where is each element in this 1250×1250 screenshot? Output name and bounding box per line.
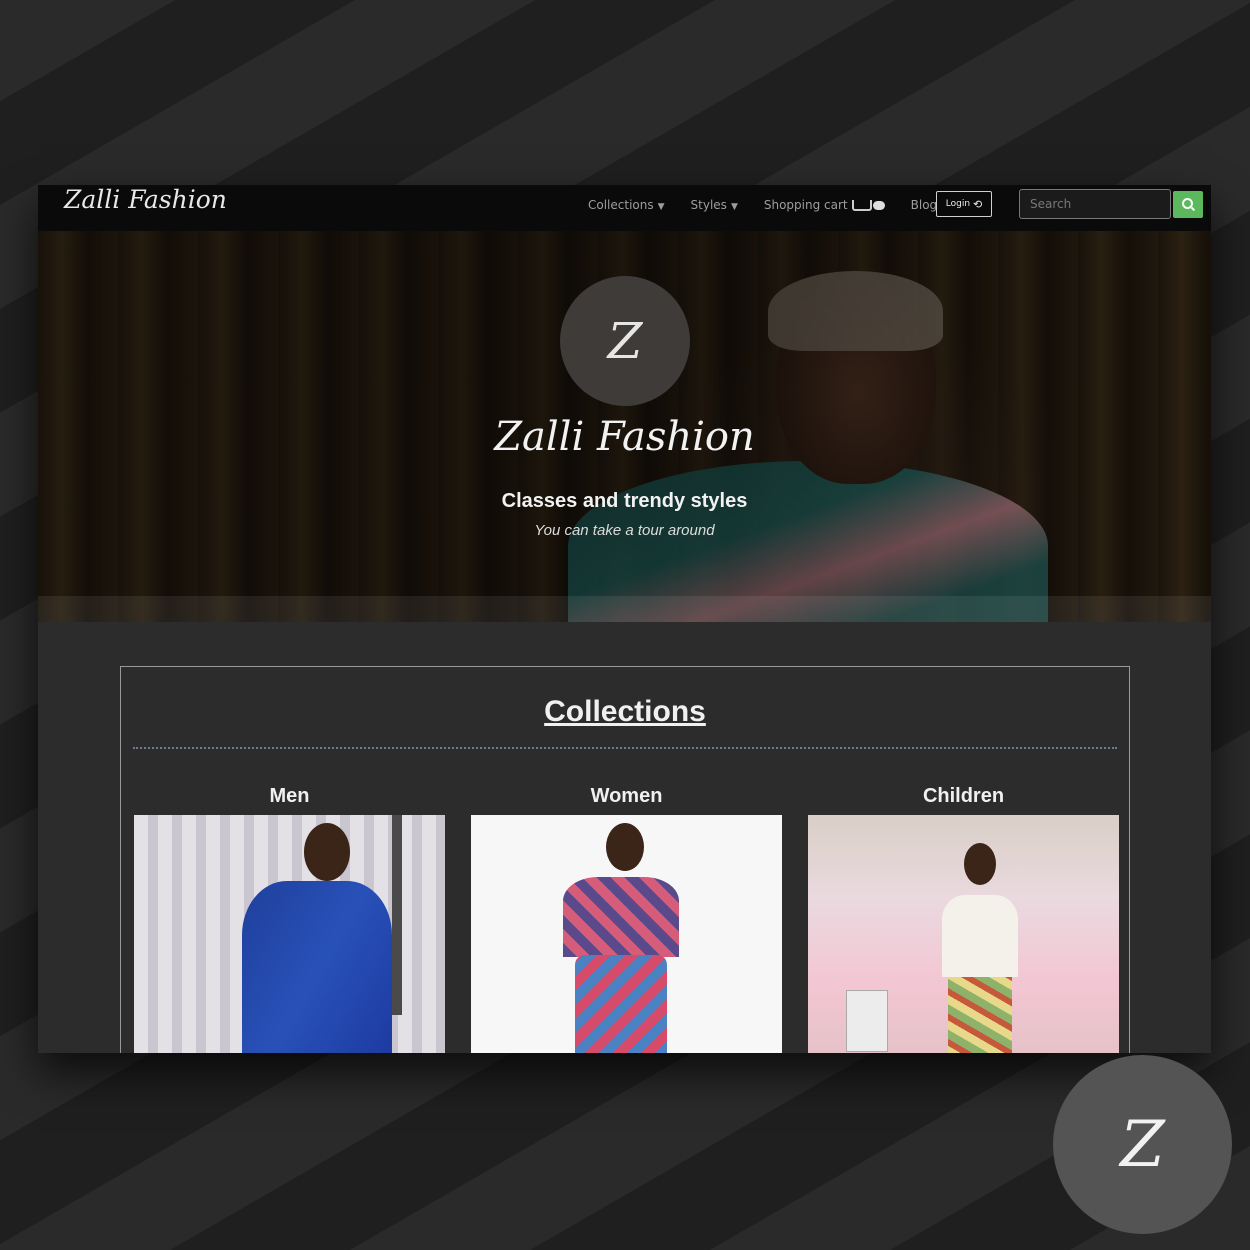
login-label: Login <box>945 199 971 209</box>
collection-women[interactable]: Women <box>471 785 782 1053</box>
collection-image-children[interactable] <box>808 815 1119 1053</box>
search-icon <box>1181 198 1193 209</box>
collection-image-women[interactable] <box>471 815 782 1053</box>
corner-logo-badge: Z <box>1053 1055 1232 1234</box>
hero-logo-circle: Z <box>560 276 690 406</box>
collection-label-men[interactable]: Men <box>134 785 445 815</box>
login-icon: ⟲ <box>973 197 983 211</box>
model-head <box>606 823 644 871</box>
model-shirt <box>242 881 392 1053</box>
search-input[interactable] <box>1019 189 1171 219</box>
model-head <box>964 843 996 885</box>
collections-title[interactable]: Collections <box>121 695 1129 729</box>
hero-tagline: You can take a tour around <box>534 522 715 539</box>
badge-letter: Z <box>1120 1107 1165 1182</box>
collections-panel: Collections Men Women Children <box>120 666 1130 1053</box>
browser-screen: Zalli Fashion Collections ▼ Styles ▼ Shopp… <box>38 185 1211 1053</box>
cart-icon <box>851 200 872 211</box>
collection-label-children[interactable]: Children <box>808 785 1119 815</box>
model-skirt <box>575 955 667 1053</box>
nav-item-shopping-cart[interactable]: Shopping cart <box>764 198 885 212</box>
nav-item-label: Shopping cart <box>763 198 848 212</box>
collection-image-men[interactable] <box>134 815 445 1053</box>
model-blouse <box>942 895 1018 977</box>
model-top <box>563 877 679 957</box>
nav-item-label: Collections <box>588 198 654 212</box>
collection-children[interactable]: Children <box>808 785 1119 1053</box>
hero-subtitle: Classes and trendy styles <box>501 490 748 512</box>
air-conditioner <box>846 990 888 1052</box>
nav-item-blog[interactable]: Blog <box>911 198 938 212</box>
model-skirt <box>948 977 1012 1053</box>
caret-down-icon: ▼ <box>657 202 665 212</box>
nav-item-label: Styles <box>690 198 727 212</box>
hero-banner: Z Zalli Fashion Classes and trendy style… <box>38 231 1211 622</box>
model-head <box>304 823 350 881</box>
nav-menu: Collections ▼ Styles ▼ Shopping cart Blog <box>588 198 937 212</box>
navbar: Zalli Fashion Collections ▼ Styles ▼ Shopp… <box>38 185 1211 231</box>
hero-bottom-strip <box>38 596 1211 622</box>
hero-title: Zalli Fashion <box>494 414 755 460</box>
collections-divider <box>133 747 1117 749</box>
login-button[interactable]: Login ⟲ <box>936 191 992 217</box>
brand-logo[interactable]: Zalli Fashion <box>64 185 227 214</box>
nav-item-styles[interactable]: Styles ▼ <box>691 198 738 212</box>
search-button[interactable] <box>1173 191 1203 218</box>
nav-item-collections[interactable]: Collections ▼ <box>588 198 665 212</box>
background-pole <box>392 815 402 1015</box>
collection-men[interactable]: Men <box>134 785 445 1053</box>
collection-label-women[interactable]: Women <box>471 785 782 815</box>
hero-logo-letter: Z <box>607 312 643 370</box>
nav-item-label: Blog <box>910 198 938 212</box>
caret-down-icon: ▼ <box>730 202 738 212</box>
cart-count-badge <box>872 201 885 210</box>
